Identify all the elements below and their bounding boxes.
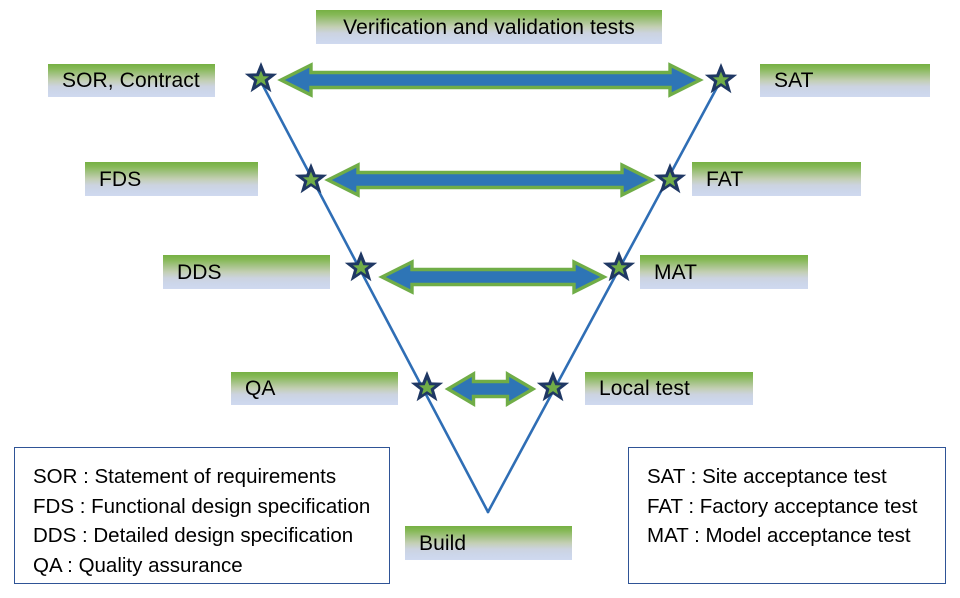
- star-icon: [602, 251, 636, 282]
- label-fat: FAT: [706, 167, 744, 191]
- label-mat: MAT: [654, 260, 698, 284]
- label-box-sat: SAT: [760, 64, 930, 97]
- v-model-diagram: Verification and validation tests SOR, C…: [0, 0, 960, 598]
- star-icon: [704, 63, 738, 94]
- title-banner-label: Verification and validation tests: [343, 15, 635, 39]
- star-icon: [344, 251, 378, 282]
- label-qa: QA: [245, 377, 276, 400]
- double-arrow-icon: [444, 371, 537, 407]
- legend-left-entry-2: DDS : Detailed design specification: [33, 524, 354, 548]
- label-box-dds: DDS: [163, 255, 330, 289]
- legend-right-entry-1: FAT : Factory acceptance test: [647, 494, 918, 518]
- label-box-qa: QA: [231, 372, 398, 405]
- star-icon: [410, 371, 444, 402]
- double-arrow-icon: [378, 259, 608, 295]
- label-dds: DDS: [177, 260, 222, 284]
- legend-right-entry-2: MAT : Model acceptance test: [647, 524, 911, 548]
- label-box-mat: MAT: [640, 255, 808, 289]
- double-arrow-icon: [324, 162, 656, 198]
- label-box-build: Build: [405, 526, 572, 560]
- label-build: Build: [419, 531, 467, 555]
- title-banner: Verification and validation tests: [316, 10, 662, 44]
- legend-right: SAT : Site acceptance test FAT : Factory…: [628, 447, 946, 584]
- label-local-test: Local test: [599, 377, 690, 400]
- legend-left-entry-1: FDS : Functional design specification: [33, 494, 371, 518]
- label-sor: SOR, Contract: [62, 69, 200, 92]
- label-box-local-test: Local test: [585, 372, 753, 405]
- label-box-sor: SOR, Contract: [48, 64, 215, 97]
- star-icon: [244, 62, 278, 93]
- star-icon: [536, 371, 570, 402]
- label-fds: FDS: [99, 167, 142, 191]
- label-sat: SAT: [774, 69, 814, 92]
- legend-left-entry-0: SOR : Statement of requirements: [33, 465, 337, 488]
- star-icon: [294, 163, 328, 194]
- double-arrow-icon: [277, 62, 704, 98]
- label-box-fat: FAT: [692, 162, 861, 196]
- legend-right-entry-0: SAT : Site acceptance test: [647, 465, 887, 488]
- label-box-fds: FDS: [85, 162, 258, 196]
- legend-left: SOR : Statement of requirements FDS : Fu…: [14, 447, 390, 584]
- star-icon: [653, 163, 687, 194]
- legend-left-entry-3: QA : Quality assurance: [33, 553, 243, 577]
